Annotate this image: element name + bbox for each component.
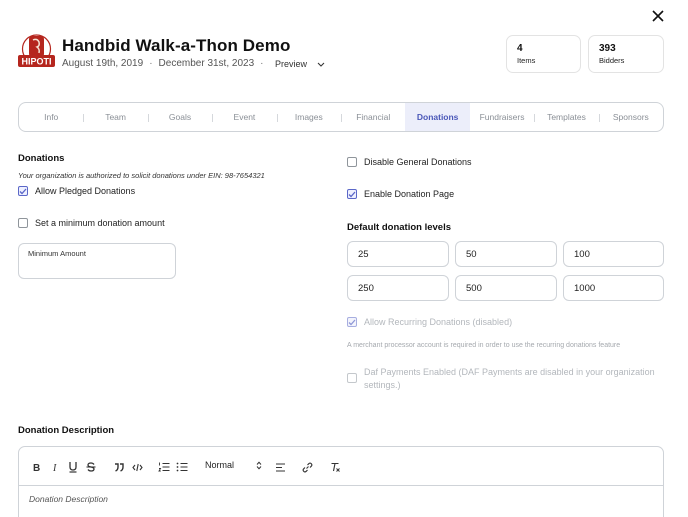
event-logo: HIPOTI [18,33,55,71]
donation-level-input[interactable] [563,275,664,301]
svg-text:B: B [33,463,40,472]
date-separator: · [260,58,264,69]
checkbox[interactable] [347,189,357,199]
tab-images[interactable]: Images [276,103,341,131]
ein-note: Your organization is authorized to solic… [18,171,265,180]
clear-format-icon [331,462,340,472]
close-button[interactable] [648,6,668,26]
chevron-down-icon [317,62,325,67]
logo-text: HIPOTI [21,57,51,67]
tab-goals[interactable]: Goals [147,103,212,131]
stat-card-bidders: 393 Bidders [588,35,664,73]
disable-general-label: Disable General Donations [364,157,472,167]
enable-donation-page-checkbox[interactable]: Enable Donation Page [347,189,454,199]
ordered-list-button[interactable] [158,460,170,474]
checkmark-icon [348,319,356,325]
align-left-icon [276,462,285,472]
link-icon [302,462,313,472]
donation-level-input[interactable] [347,275,449,301]
allow-recurring-checkbox[interactable]: Allow Recurring Donations (disabled) [347,317,512,327]
date-separator: · [149,58,153,69]
checkbox[interactable] [347,317,357,327]
stat-card-items: 4 Items [506,35,581,73]
checkbox[interactable] [347,157,357,167]
bullet-list-icon [176,462,188,472]
allow-recurring-label: Allow Recurring Donations (disabled) [364,317,513,327]
ordered-list-icon [158,462,170,472]
stat-label: Bidders [599,56,625,65]
donation-level-input[interactable] [455,241,557,267]
end-date: December 31st, 2023 [158,58,255,69]
bullet-list-button[interactable] [176,460,188,474]
preview-label: Preview [275,59,308,69]
stat-value: 393 [599,43,616,54]
bold-button[interactable]: B [33,460,42,474]
donation-level-input[interactable] [563,241,664,267]
italic-button[interactable]: I [52,460,60,474]
donations-section-title: Donations [18,153,65,164]
rich-text-editor: B I Normal Donation Description [18,446,664,517]
tab-info[interactable]: Info [19,103,83,131]
tab-event[interactable]: Event [212,103,276,131]
stat-label: Items [517,56,536,65]
checkbox[interactable] [347,373,357,383]
blockquote-button[interactable] [114,460,124,474]
enable-donation-page-label: Enable Donation Page [364,189,455,199]
allow-pledged-label: Allow Pledged Donations [35,186,136,196]
disable-general-checkbox[interactable]: Disable General Donations [347,157,472,167]
tab-team[interactable]: Team [83,103,147,131]
minimum-amount-input[interactable] [28,263,166,273]
strikethrough-icon [86,462,96,472]
daf-payments-checkbox[interactable]: Daf Payments Enabled (DAF Payments are d… [347,366,665,392]
checkmark-icon [348,191,356,197]
editor-placeholder: Donation Description [29,494,108,504]
checkmark-icon [19,188,27,194]
bold-icon: B [33,463,40,472]
close-icon [652,10,664,22]
minimum-amount-field[interactable]: Minimum Amount [18,243,176,279]
checkbox[interactable] [18,218,28,228]
tab-bar: Info Team Goals Event Images Financial D… [18,102,664,132]
code-icon [132,463,143,471]
event-dates: August 19th, 2019 · December 31st, 2023 … [62,58,270,69]
minimum-amount-label: Minimum Amount [28,249,86,258]
text-format-value: Normal [205,460,235,470]
donation-level-input[interactable] [455,275,557,301]
underline-icon [69,462,77,473]
merchant-processor-note: A merchant processor account is required… [347,342,621,349]
tab-financial[interactable]: Financial [341,103,405,131]
stat-value: 4 [517,43,523,54]
text-format-select[interactable]: Normal [205,460,262,470]
quote-icon [115,462,124,472]
tab-donations[interactable]: Donations [405,103,470,131]
updown-chevron-icon [256,461,262,469]
clear-format-button[interactable] [330,460,341,474]
set-minimum-label: Set a minimum donation amount [35,218,165,228]
set-minimum-checkbox[interactable]: Set a minimum donation amount [18,218,165,228]
code-block-button[interactable] [132,460,143,474]
donation-level-input[interactable] [347,241,449,267]
donation-description-title: Donation Description [18,425,115,436]
link-button[interactable] [302,460,313,474]
tab-templates[interactable]: Templates [534,103,598,131]
donation-levels-title: Default donation levels [347,222,451,233]
preview-dropdown[interactable]: Preview [275,59,325,69]
page-title: Handbid Walk-a-Thon Demo [62,36,291,55]
italic-icon: I [52,463,57,472]
daf-payments-label: Daf Payments Enabled (DAF Payments are d… [364,367,655,390]
start-date: August 19th, 2019 [62,58,144,69]
tab-fundraisers[interactable]: Fundraisers [470,103,534,131]
align-button[interactable] [275,460,286,474]
underline-button[interactable] [68,460,78,474]
description-editor-area[interactable]: Donation Description [19,486,663,512]
checkbox[interactable] [18,186,28,196]
strikethrough-button[interactable] [86,460,96,474]
editor-toolbar: B I Normal [19,447,663,486]
svg-text:I: I [52,463,57,472]
allow-pledged-checkbox[interactable]: Allow Pledged Donations [18,186,135,196]
tab-sponsors[interactable]: Sponsors [598,103,663,131]
